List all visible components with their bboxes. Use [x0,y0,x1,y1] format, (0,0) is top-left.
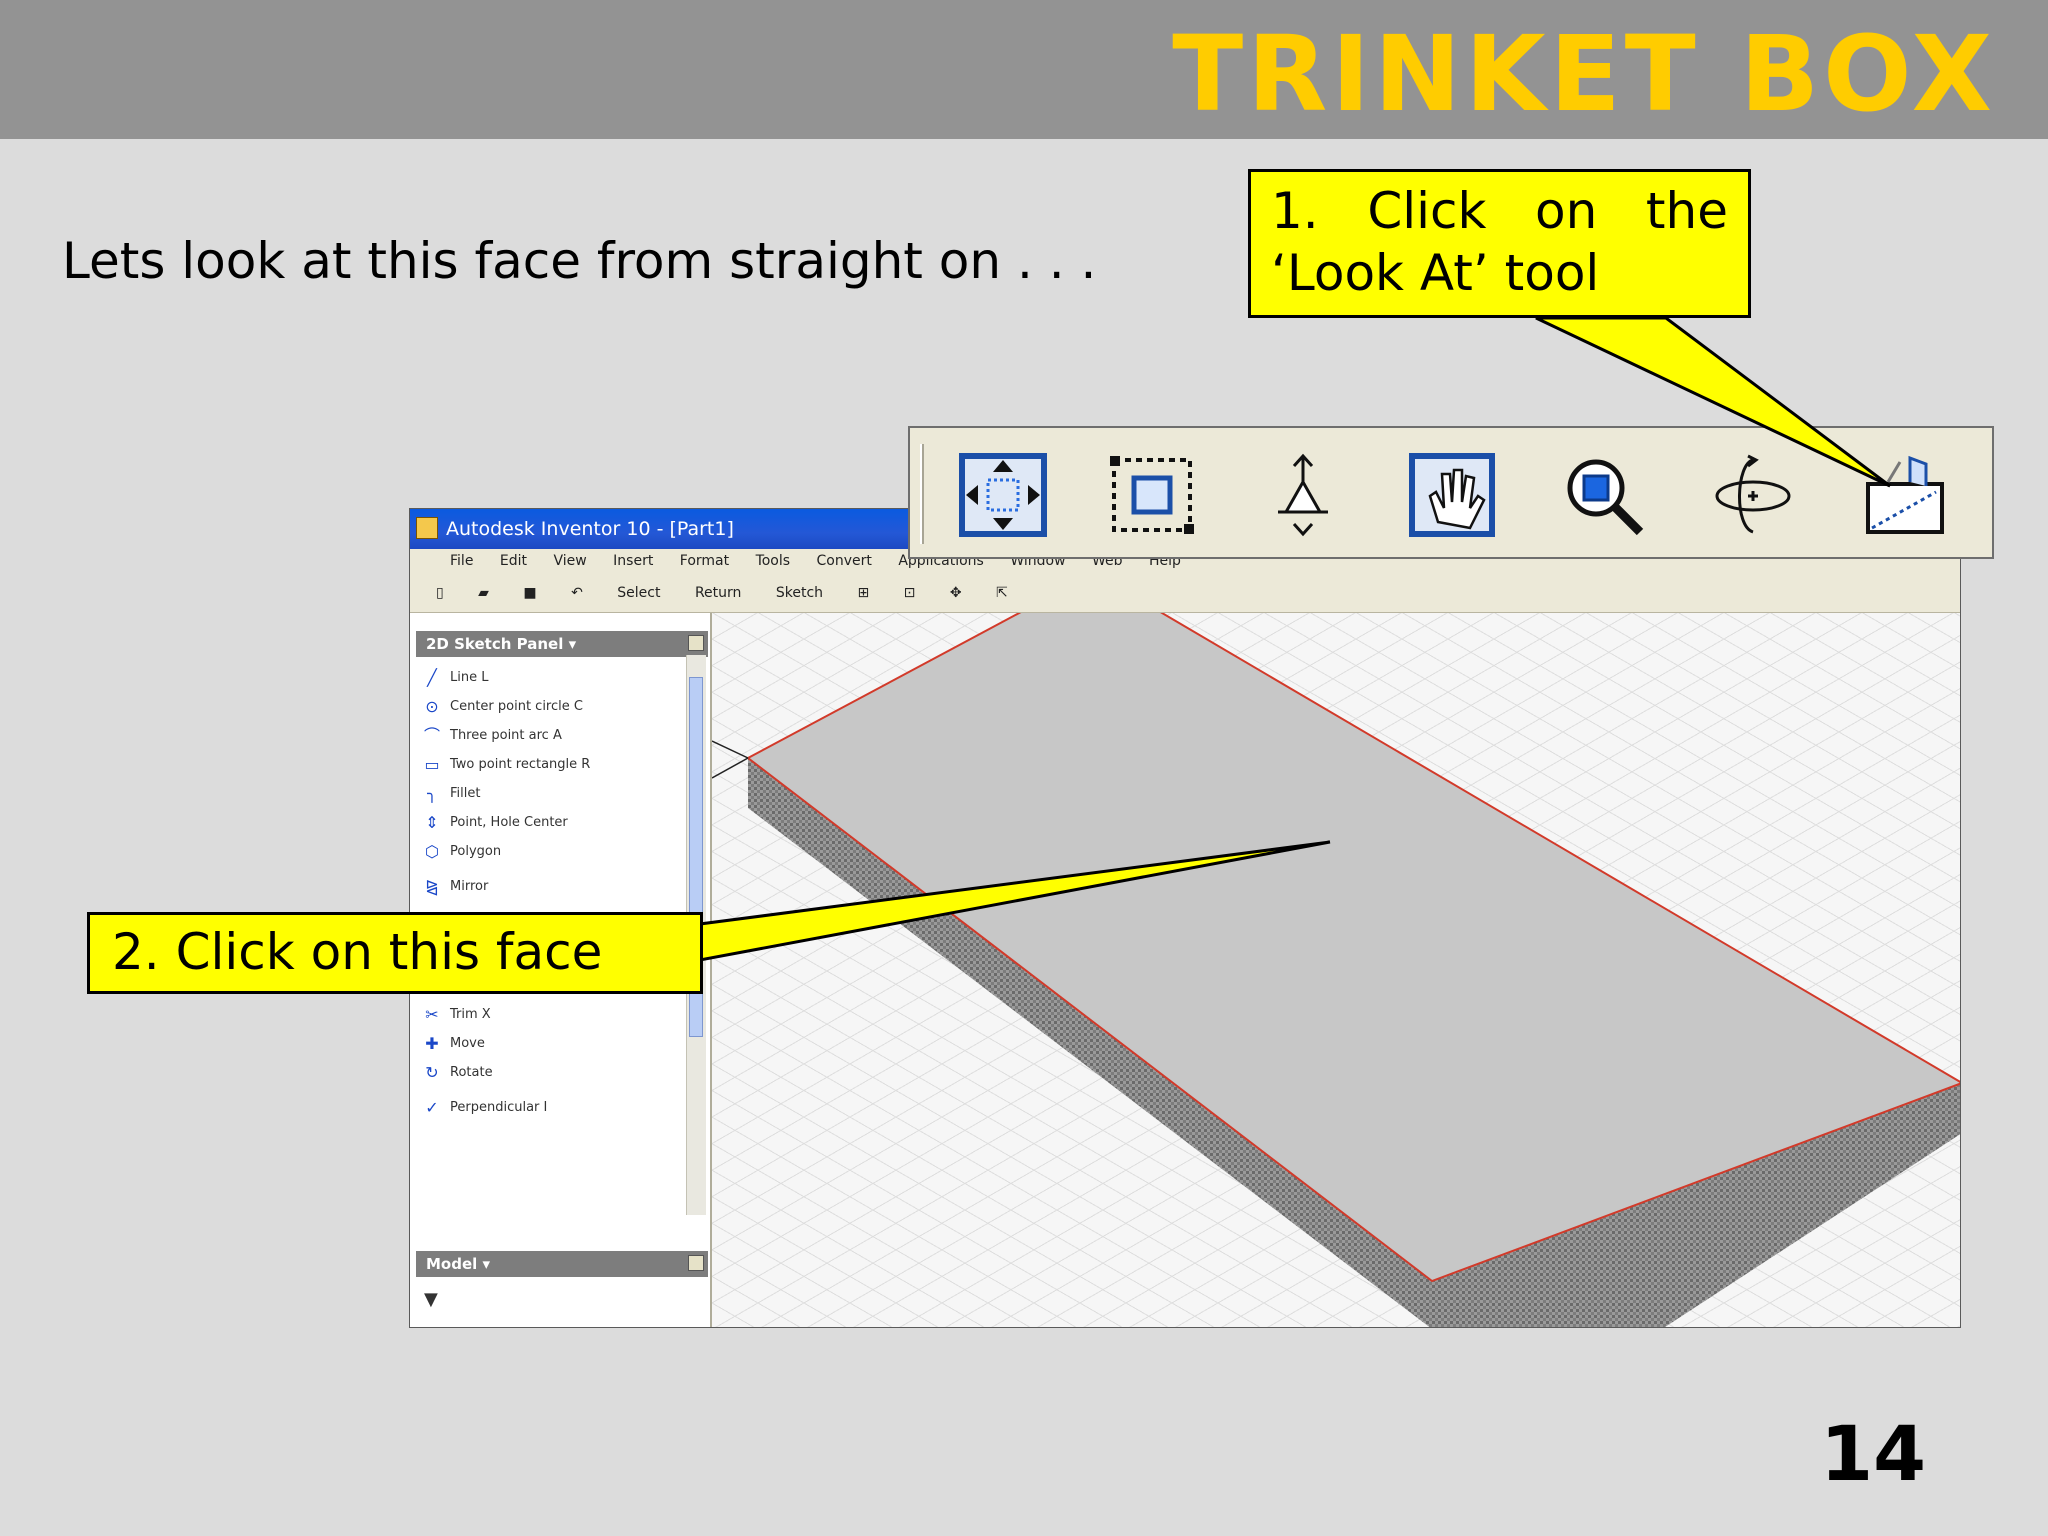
sketch-tool-item[interactable]: ╱ Line L [422,663,692,692]
callout-word: on [1535,182,1598,240]
fillet-icon: ╮ [427,783,437,803]
menu-tools[interactable]: Tools [756,553,791,569]
look-at-icon[interactable] [1858,452,1948,538]
sketch-tool-label: Three point arc A [450,728,562,743]
zoom-icon[interactable] [1258,452,1348,538]
app-icon [416,517,438,539]
sketch-tool-label: Line L [450,670,489,685]
sketch-tool-label: Polygon [450,844,502,859]
callout-word: the [1645,182,1728,240]
sketch-tool-item[interactable]: ⌒ Three point arc A [422,721,692,750]
sketch-tool-label: Fillet [450,786,481,801]
sketch-tool-item[interactable]: ⊙ Center point circle C [422,692,692,721]
pan-small-icon[interactable]: ✥ [950,585,962,601]
sketch-tool-label: Move [450,1036,485,1051]
sketch-tool-item[interactable]: ✚ Move [422,1029,692,1058]
rotate-icon[interactable] [1708,452,1798,538]
trim-icon: ✂ [425,1004,439,1024]
callout-step-1-line1: 1. Click on the [1271,180,1728,242]
model-panel-header[interactable]: Model ▾ [416,1251,708,1277]
graphics-viewport[interactable] [712,613,1960,1327]
sketch-tool-label: Rotate [450,1065,493,1080]
sketch-button[interactable]: Sketch [776,585,823,601]
menu-format[interactable]: Format [680,553,729,569]
menu-edit[interactable]: Edit [500,553,527,569]
rotate-icon: ↻ [425,1062,439,1082]
constraint-icon: ✓ [425,1097,439,1117]
polygon-icon: ⬡ [425,841,439,861]
sketch-tool-item[interactable]: ✂ Trim X [422,1000,692,1029]
sketch-tool-label: Trim X [450,1007,491,1022]
look-at-small-icon[interactable]: ⇱ [996,585,1008,601]
undo-icon[interactable]: ↶ [571,585,583,601]
menu-insert[interactable]: Insert [613,553,653,569]
sketch-tool-label: Center point circle C [450,699,583,714]
intro-text: Lets look at this face from straight on … [62,232,1097,290]
axis-line [712,757,749,779]
filter-icon[interactable]: ▼ [424,1289,438,1310]
standard-toolbar: ▯ ▰ ■ ↶ Select Return Sketch ⊞ ⊡ ✥ ⇱ [410,575,1960,613]
zoom-selected-icon[interactable] [1558,452,1648,538]
pin-icon[interactable] [688,1255,704,1271]
menu-file[interactable]: File [450,553,473,569]
sketch-tool-item[interactable]: ⇕ Point, Hole Center [422,808,692,837]
zoom-window-small-icon[interactable]: ⊡ [904,585,916,601]
zoom-all-small-icon[interactable]: ⊞ [857,585,869,601]
center-circle-icon: ⊙ [425,696,439,716]
menu-view[interactable]: View [553,553,586,569]
sketch-tool-list: ╱ Line L ⊙ Center point circle C ⌒ Three poin… [422,663,692,1122]
line-icon: ╱ [427,667,437,687]
sketch-tool-item[interactable]: ✓ Perpendicular I [422,1093,692,1122]
zoom-window-icon[interactable] [1108,452,1198,538]
sketch-tool-item[interactable]: ⧎ Mirror [422,872,692,901]
sketch-tool-label: Two point rectangle R [450,757,591,772]
open-icon[interactable]: ▰ [478,585,489,601]
point-icon: ⇕ [425,812,439,832]
rectangle-icon: ▭ [424,754,440,774]
pan-icon[interactable] [1408,452,1498,538]
save-icon[interactable]: ■ [523,585,536,601]
callout-word: 1. [1271,182,1319,240]
sketch-panel-title: 2D Sketch Panel [426,635,564,653]
slide-title: TRINKET BOX [1172,13,1996,135]
select-button[interactable]: Select [617,585,660,601]
new-icon[interactable]: ▯ [436,585,444,601]
callout-step-2: 2. Click on this face [87,912,703,994]
zoom-all-icon[interactable] [958,452,1048,538]
callout-word: Click [1367,182,1487,240]
sketch-tool-item[interactable]: ▭ Two point rectangle R [422,750,692,779]
mirror-icon: ⧎ [425,876,439,896]
sketch-tool-label: Mirror [450,879,489,894]
axis-line [712,740,749,759]
callout-step-1: 1. Click on the ‘Look At’ tool [1248,169,1751,318]
move-icon: ✚ [425,1033,439,1053]
menu-convert[interactable]: Convert [817,553,872,569]
sketch-tool-item[interactable]: ⬡ Polygon [422,837,692,866]
sketch-tool-item[interactable]: ╮ Fillet [422,779,692,808]
sketch-tool-label: Point, Hole Center [450,815,568,830]
toolbar-grip[interactable] [920,444,924,544]
title-bar: TRINKET BOX [0,0,2048,139]
sketch-tool-label: Perpendicular I [450,1100,548,1115]
sketch-tool-item[interactable]: ↻ Rotate [422,1058,692,1087]
return-button[interactable]: Return [695,585,741,601]
pin-icon[interactable] [688,635,704,651]
page-number: 14 [1820,1409,1926,1498]
view-toolbar [908,426,1994,559]
callout-step-1-line2: ‘Look At’ tool [1271,244,1600,302]
model-panel-title: Model [426,1255,478,1273]
arc-icon: ⌒ [423,725,440,745]
window-title: Autodesk Inventor 10 - [Part1] [446,518,734,540]
sketch-panel-header[interactable]: 2D Sketch Panel ▾ [416,631,708,657]
